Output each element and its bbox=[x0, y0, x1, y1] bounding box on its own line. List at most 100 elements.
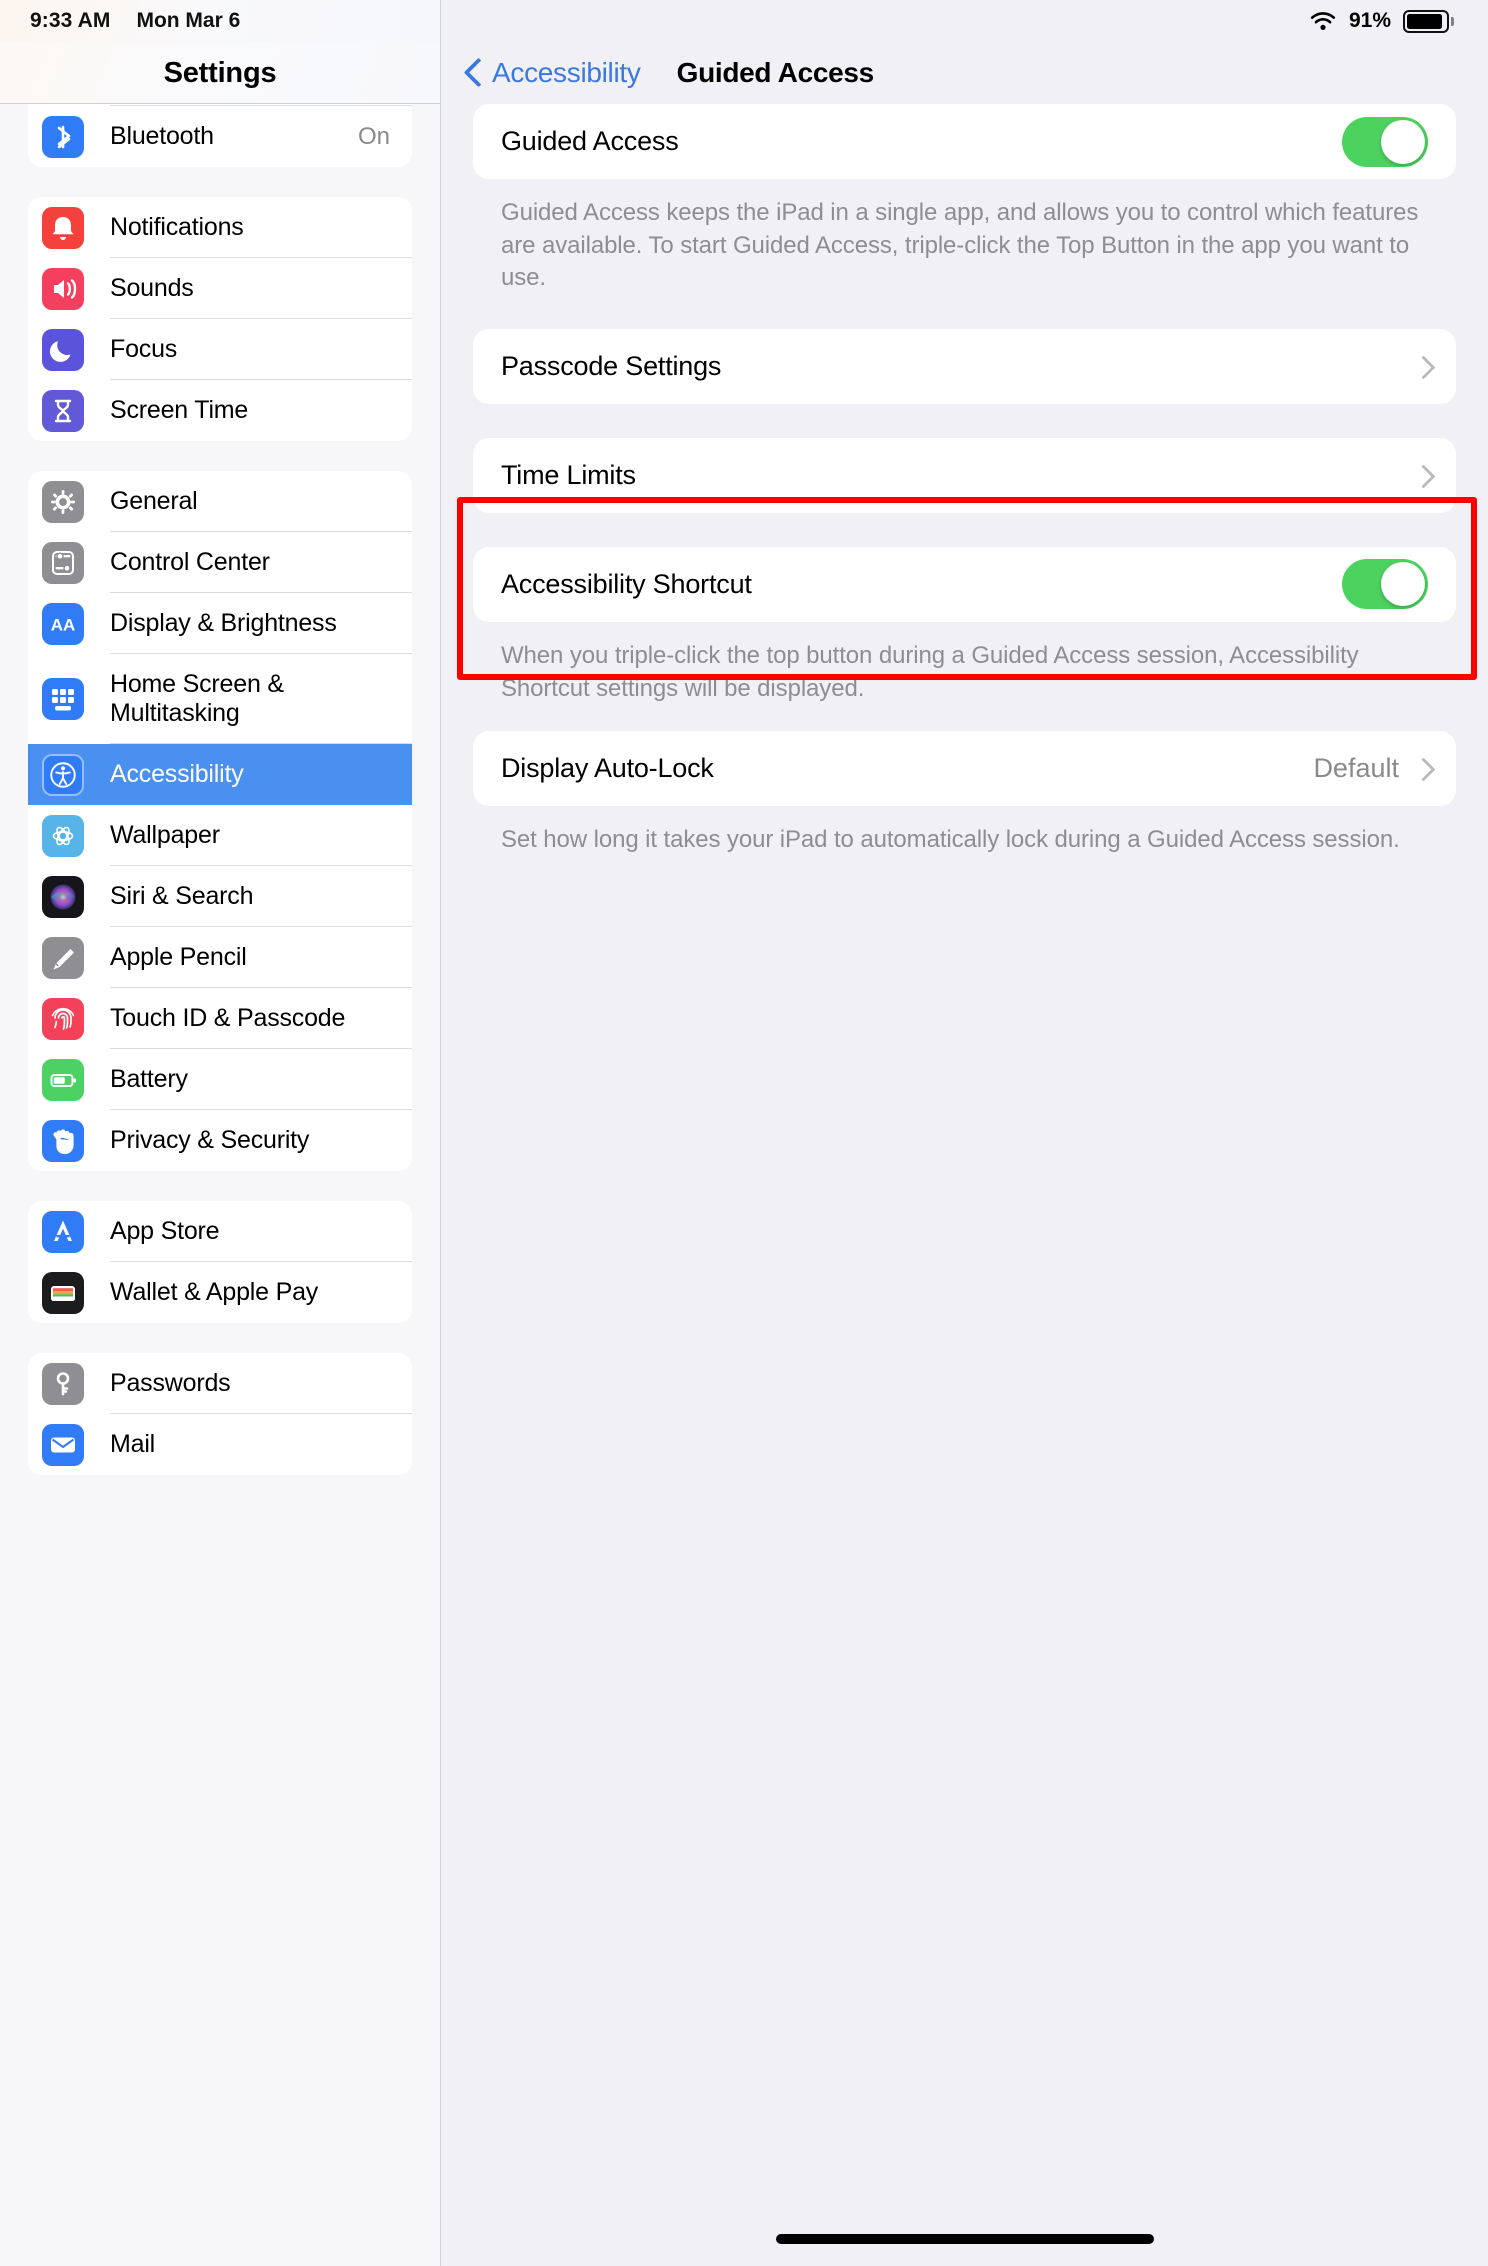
sidebar-header: Settings bbox=[0, 42, 440, 104]
row-accessibility-shortcut[interactable]: Accessibility Shortcut bbox=[473, 547, 1456, 622]
sidebar-status-bar: 9:33 AM Mon Mar 6 bbox=[0, 0, 440, 42]
row-label: Display Auto-Lock bbox=[501, 753, 714, 784]
status-date: Mon Mar 6 bbox=[136, 9, 241, 32]
sidebar-item-app-store[interactable]: App Store bbox=[28, 1201, 412, 1262]
sidebar-item-label: Home Screen & Multitasking bbox=[110, 669, 284, 728]
row-time-limits[interactable]: Time Limits bbox=[473, 438, 1456, 513]
sidebar-item-privacy-security[interactable]: Privacy & Security bbox=[28, 1110, 412, 1171]
display-brightness-icon: AA bbox=[42, 602, 84, 645]
sidebar-item-notifications[interactable]: Notifications bbox=[28, 197, 412, 258]
sidebar-item-label: Battery bbox=[110, 1064, 188, 1093]
navigation-bar: Accessibility Guided Access bbox=[441, 42, 1488, 104]
sidebar-item-label: Passwords bbox=[110, 1368, 231, 1397]
sidebar-item-wallpaper[interactable]: Wallpaper bbox=[28, 805, 412, 866]
chevron-right-icon bbox=[1415, 757, 1428, 780]
row-label: Guided Access bbox=[501, 126, 679, 156]
battery-percent-label: 91% bbox=[1348, 9, 1391, 32]
sidebar-item-bluetooth[interactable]: Bluetooth On bbox=[28, 106, 412, 167]
passcode-settings-card: Passcode Settings bbox=[473, 328, 1456, 404]
sidebar-item-general[interactable]: General bbox=[28, 471, 412, 532]
page-title: Settings bbox=[163, 56, 277, 89]
status-time: 9:33 AM bbox=[30, 9, 111, 32]
sidebar-item-screen-time[interactable]: Screen Time bbox=[28, 380, 412, 441]
sidebar-item-value: On bbox=[357, 122, 390, 150]
sidebar-item-label: Sounds bbox=[110, 273, 194, 302]
battery-icon bbox=[42, 1058, 84, 1101]
touch-id-icon bbox=[42, 997, 84, 1040]
siri-icon bbox=[42, 875, 84, 918]
sidebar-item-passwords[interactable]: Passwords bbox=[28, 1353, 412, 1414]
display-auto-lock-footnote: Set how long it takes your iPad to autom… bbox=[501, 826, 1400, 854]
sidebar-item-sounds[interactable]: Sounds bbox=[28, 258, 412, 319]
focus-icon bbox=[42, 328, 84, 371]
sidebar-item-home-screen[interactable]: Home Screen & Multitasking bbox=[28, 654, 412, 744]
sidebar-item-label: Control Center bbox=[110, 547, 270, 576]
sidebar-group-system: General Control Center AA Display & Brig… bbox=[28, 471, 412, 1171]
sidebar-item-control-center[interactable]: Control Center bbox=[28, 532, 412, 593]
sidebar-item-label: Bluetooth bbox=[110, 121, 214, 150]
sidebar-item-label: Apple Pencil bbox=[110, 942, 247, 971]
detail-body: Guided Access Guided Access keeps the iP… bbox=[441, 104, 1488, 857]
sidebar-item-label: Mail bbox=[110, 1429, 156, 1458]
passwords-key-icon bbox=[42, 1362, 84, 1405]
sidebar-item-siri-search[interactable]: Siri & Search bbox=[28, 866, 412, 927]
sidebar-item-mail[interactable]: Mail bbox=[28, 1414, 412, 1475]
guided-access-card: Guided Access bbox=[473, 104, 1456, 179]
sidebar-item-battery[interactable]: Battery bbox=[28, 1049, 412, 1110]
svg-text:AA: AA bbox=[51, 615, 76, 634]
time-limits-card: Time Limits bbox=[473, 437, 1456, 513]
accessibility-shortcut-card: Accessibility Shortcut bbox=[473, 546, 1456, 622]
home-indicator bbox=[775, 2234, 1154, 2244]
app-store-icon bbox=[42, 1210, 84, 1253]
sidebar-item-label: Notifications bbox=[110, 212, 244, 241]
sidebar-scroll-area[interactable]: Bluetooth On Notifications Sounds Focus … bbox=[0, 66, 440, 1505]
sidebar-group-store: App Store Wallet & Apple Pay bbox=[28, 1201, 412, 1323]
sidebar-item-accessibility[interactable]: Accessibility bbox=[28, 744, 412, 805]
wifi-icon bbox=[1309, 10, 1337, 32]
row-display-auto-lock[interactable]: Display Auto-Lock Default bbox=[473, 731, 1456, 806]
sidebar-item-label: Privacy & Security bbox=[110, 1125, 310, 1154]
row-label: Accessibility Shortcut bbox=[501, 568, 752, 599]
guided-access-toggle[interactable] bbox=[1342, 116, 1428, 167]
back-button[interactable]: Accessibility bbox=[465, 57, 641, 89]
row-value: Default bbox=[1313, 753, 1399, 784]
row-guided-access[interactable]: Guided Access bbox=[473, 104, 1456, 179]
guided-access-footnote: Guided Access keeps the iPad in a single… bbox=[501, 199, 1419, 292]
main-status-bar: 91% bbox=[441, 0, 1488, 42]
chevron-left-icon bbox=[465, 58, 482, 88]
header-divider bbox=[0, 103, 440, 104]
back-button-label: Accessibility bbox=[492, 57, 641, 88]
detail-panel: 91% Accessibility Guided Access Guided A… bbox=[441, 0, 1488, 2266]
screen-time-icon bbox=[42, 389, 84, 432]
row-passcode-settings[interactable]: Passcode Settings bbox=[473, 329, 1456, 404]
sidebar-item-focus[interactable]: Focus bbox=[28, 319, 412, 380]
sidebar-item-apple-pencil[interactable]: Apple Pencil bbox=[28, 927, 412, 988]
sidebar-item-touch-id[interactable]: Touch ID & Passcode bbox=[28, 988, 412, 1049]
sidebar-group-alerts: Notifications Sounds Focus Screen Time bbox=[28, 197, 412, 441]
accessibility-shortcut-footnote: When you triple-click the top button dur… bbox=[501, 641, 1359, 702]
sidebar-item-label: Touch ID & Passcode bbox=[110, 1003, 346, 1032]
row-label: Time Limits bbox=[501, 459, 636, 490]
sidebar-item-label: Siri & Search bbox=[110, 881, 254, 910]
sidebar-group-accounts: Passwords Mail bbox=[28, 1353, 412, 1475]
wallpaper-icon bbox=[42, 814, 84, 857]
chevron-right-icon bbox=[1415, 355, 1428, 378]
sidebar-item-label: Screen Time bbox=[110, 395, 249, 424]
sidebar-item-display-brightness[interactable]: AA Display & Brightness bbox=[28, 593, 412, 654]
sidebar-item-label: Display & Brightness bbox=[110, 608, 337, 637]
accessibility-icon bbox=[42, 753, 84, 796]
apple-pencil-icon bbox=[42, 936, 84, 979]
battery-icon bbox=[1403, 9, 1454, 33]
accessibility-shortcut-toggle[interactable] bbox=[1342, 559, 1428, 610]
sidebar-item-wallet[interactable]: Wallet & Apple Pay bbox=[28, 1262, 412, 1323]
mail-icon bbox=[42, 1423, 84, 1466]
chevron-right-icon bbox=[1415, 464, 1428, 487]
wallet-icon bbox=[42, 1271, 84, 1314]
